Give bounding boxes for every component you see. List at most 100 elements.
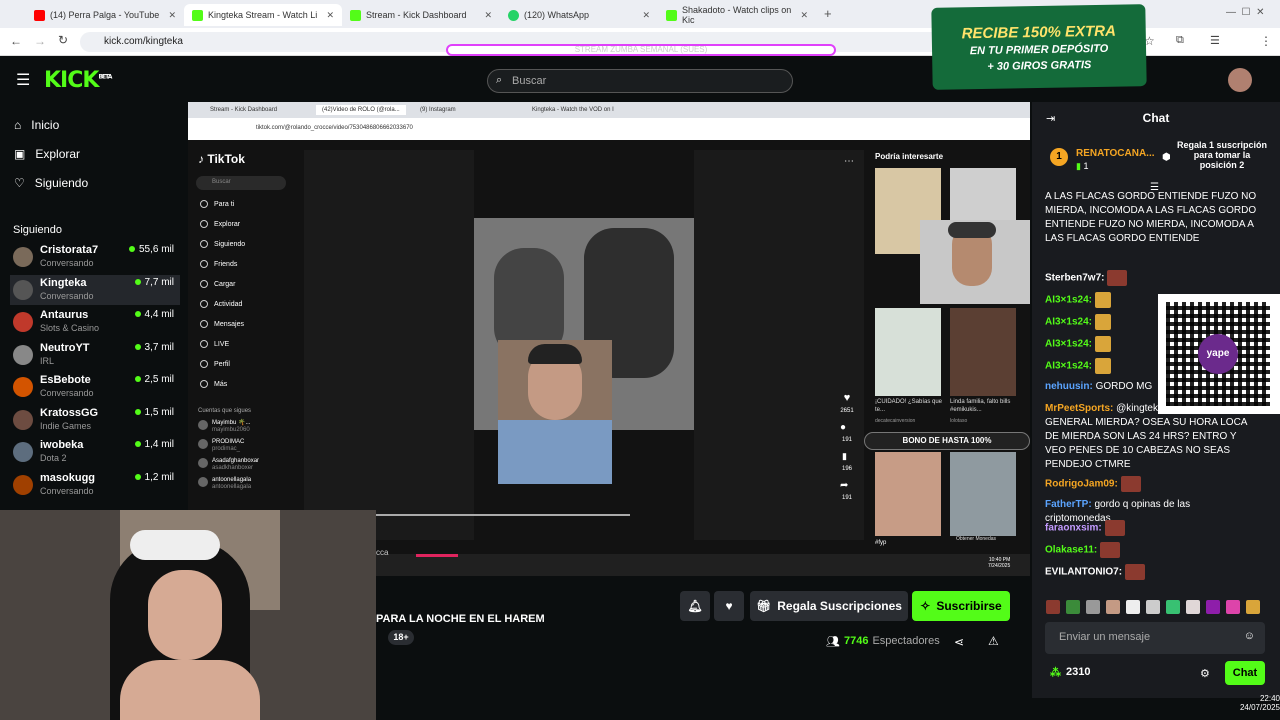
nav-icon [200, 380, 208, 388]
tab-youtube[interactable]: (14) Perra Palga - YouTube ✕ [26, 4, 184, 26]
account-avatar [198, 477, 208, 487]
chat-title: Chat [1142, 111, 1170, 125]
emote-picker-item[interactable] [1226, 600, 1240, 614]
bono-banner: BONO DE HASTA 100% [864, 432, 1030, 450]
subscribe-button[interactable]: ✧ Suscribirse [912, 591, 1010, 621]
back-icon[interactable]: ← [10, 34, 22, 48]
inner-tab-bar: Stream - Kick Dashboard (42)Video de ROL… [188, 102, 1030, 118]
send-chat-button[interactable]: Chat [1225, 661, 1265, 685]
share-icon[interactable]: ⋖ [954, 635, 964, 649]
chat-username[interactable]: MrPeetSports: [1045, 403, 1113, 414]
kebab-icon[interactable]: ⋮ [1260, 34, 1272, 48]
sidebar-channel-esbebote[interactable]: EsBebote Conversando 2,5 mil [10, 372, 180, 402]
chat-input[interactable]: Enviar un mensaje ☺ [1045, 622, 1265, 654]
emote-picker-item[interactable] [1206, 600, 1220, 614]
channel-name: Kingteka [40, 276, 87, 289]
tab-kingteka[interactable]: Kingteka Stream - Watch Li ✕ [184, 4, 342, 26]
channel-category: Dota 2 [40, 453, 67, 463]
nav-icon [200, 300, 208, 308]
nav-icon [200, 320, 208, 328]
chat-username[interactable]: nehuusin: [1045, 381, 1093, 392]
menu-icon[interactable]: ☰ [1210, 34, 1220, 47]
sidebar-item-explorar[interactable]: ▣ Explorar [14, 147, 80, 161]
gift-subs-button[interactable]: 🎁︎ Regala Suscripciones [750, 591, 908, 621]
sidebar-item-siguiendo[interactable]: ♡ Siguiendo [14, 176, 88, 190]
chat-username[interactable]: FatherTP: [1045, 499, 1092, 510]
points-icon: ⁂ [1050, 667, 1061, 679]
search-input[interactable]: ⌕ Buscar [487, 69, 793, 93]
emote-picker-item[interactable] [1246, 600, 1260, 614]
kick-logo[interactable]: KICKBETA [44, 68, 112, 93]
tiktok-nav-label: Para ti [214, 200, 235, 208]
extensions-icon[interactable]: ⧉ [1176, 34, 1184, 47]
chat-username[interactable]: RodrigoJam09: [1045, 479, 1118, 490]
emote [1094, 336, 1111, 352]
sidebar-item-inicio[interactable]: ⌂ Inicio [14, 118, 59, 132]
new-tab-button[interactable]: + [824, 6, 832, 21]
emote-picker-item[interactable] [1106, 600, 1120, 614]
emote-picker-item[interactable] [1066, 600, 1080, 614]
chat-username[interactable]: AI3×1s24: [1045, 317, 1092, 328]
emote-picker-item[interactable] [1166, 600, 1180, 614]
close-icon[interactable]: ✕ [484, 10, 492, 21]
emote-picker-item[interactable] [1186, 600, 1200, 614]
chat-username[interactable]: Sterben7w7: [1045, 273, 1104, 284]
sidebar-channel-neutroyt[interactable]: NeutroYT IRL 3,7 mil [10, 340, 180, 370]
chat-username[interactable]: AI3×1s24: [1045, 361, 1092, 372]
avatar[interactable] [1228, 68, 1252, 92]
chat-message-partial: A LAS FLACAS GORDO ENTIENDE FUZO NO MIER… [1045, 191, 1257, 244]
clock-date: 24/07/2025 [1239, 703, 1280, 712]
tab-shakadoto[interactable]: Shakadoto - Watch clips on Kic ✕ [658, 4, 816, 26]
emote [1120, 476, 1141, 492]
followed-account: Asadafghanboxar asadkhanboxer [198, 458, 259, 472]
settings-gear-icon[interactable]: ⚙ [1200, 667, 1210, 680]
chat-username[interactable]: Olakase11: [1045, 545, 1097, 556]
tiktok-nav-label: Más [214, 380, 228, 388]
viewer-count: 👥︎ 7746 Espectadores [826, 635, 940, 648]
chat-username[interactable]: EVILANTONIO7: [1045, 567, 1122, 578]
follow-button[interactable]: ♥ [714, 591, 744, 621]
sidebar-channel-cristorata7[interactable]: Cristorata7 Conversando 55,6 mil [10, 242, 180, 272]
sidebar-channel-iwobeka[interactable]: iwobeka Dota 2 1,4 mil [10, 437, 180, 467]
tab-whatsapp[interactable]: (120) WhatsApp ✕ [500, 4, 658, 26]
sidebar-channel-kratossgg[interactable]: KratossGG Indie Games 1,5 mil [10, 405, 180, 435]
emote-picker-item[interactable] [1046, 600, 1060, 614]
heart-icon: ♥ [725, 599, 733, 613]
channel-points[interactable]: ⁂ 2310 [1050, 666, 1090, 679]
nav-icon [200, 340, 208, 348]
emoji-icon[interactable]: ☺ [1244, 630, 1255, 642]
sidebar-channel-antaurus[interactable]: Antaurus Slots & Casino 4,4 mil [10, 307, 180, 337]
channel-viewers: 7,7 mil [135, 277, 174, 288]
inner-tab: Kingteka - Watch the VOD on I [532, 107, 614, 113]
emote-picker-item[interactable] [1086, 600, 1100, 614]
hair [528, 344, 582, 364]
window-controls[interactable]: — ☐ ✕ [1226, 7, 1264, 18]
promo-banner[interactable]: RECIBE 150% EXTRA EN TU PRIMER DEPÓSITO … [931, 4, 1147, 90]
close-icon[interactable]: ✕ [168, 10, 176, 21]
video-progress-bar[interactable] [376, 514, 630, 516]
chat-username[interactable]: faraonxsim: [1045, 523, 1102, 534]
reload-icon[interactable]: ↻ [58, 33, 68, 47]
account-avatar [198, 439, 208, 449]
chat-username[interactable]: AI3×1s24: [1045, 339, 1092, 350]
close-icon[interactable]: ✕ [642, 10, 650, 21]
promo-line3: + 30 GIROS GRATIS [987, 59, 1092, 73]
sidebar-channel-kingteka[interactable]: Kingteka Conversando 7,7 mil [10, 274, 180, 305]
sidebar-channel-masokugg[interactable]: masokugg Conversando 1,2 mil [10, 470, 180, 500]
notification-button[interactable]: 🔔︎ [680, 591, 710, 621]
report-icon[interactable]: ⚠ [988, 634, 999, 648]
emote-picker-item[interactable] [1146, 600, 1160, 614]
comments-count: 191 [841, 437, 852, 443]
chat-username[interactable]: AI3×1s24: [1045, 295, 1092, 306]
hamburger-icon[interactable]: ☰ [16, 70, 30, 90]
tiktok-nav-label: Actividad [214, 300, 243, 308]
viewers-number: 7746 [843, 635, 869, 647]
close-icon[interactable]: ✕ [326, 10, 334, 21]
emote-picker-item[interactable] [1126, 600, 1140, 614]
forward-icon[interactable]: → [34, 34, 46, 48]
nav-icon [200, 220, 208, 228]
chat-message: Olakase11: [1045, 542, 1257, 558]
close-icon[interactable]: ✕ [800, 10, 808, 21]
channel-avatar [13, 312, 33, 332]
tab-kick-dashboard[interactable]: Stream - Kick Dashboard ✕ [342, 4, 500, 26]
